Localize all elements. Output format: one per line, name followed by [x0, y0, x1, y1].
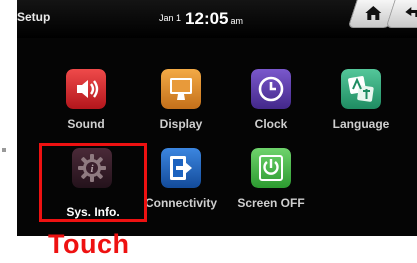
ampm-text: am	[230, 16, 244, 26]
app-label: Display	[159, 117, 203, 131]
app-label: Language	[332, 117, 390, 131]
app-clock[interactable]: Clock	[223, 69, 319, 139]
touch-annotation: Touch	[48, 229, 130, 259]
status-clock: Jan 1 12:05 am	[159, 9, 243, 29]
date-text: Jan 1	[159, 13, 182, 23]
exit-arrow-icon	[161, 148, 201, 188]
language-icon	[341, 69, 381, 109]
app-screen-off[interactable]: Screen OFF	[223, 148, 319, 218]
app-label: Sound	[67, 117, 105, 131]
touch-highlight-box: Sys. Info.	[39, 143, 147, 222]
app-label: Connectivity	[144, 196, 217, 210]
top-bar: Setup Jan 1 12:05 am	[17, 0, 417, 38]
app-display[interactable]: Display	[133, 69, 229, 139]
app-connectivity[interactable]: Connectivity	[133, 148, 229, 218]
app-label: Screen OFF	[237, 196, 305, 210]
setup-screen: Setup Jan 1 12:05 am Sound Display Clock…	[17, 0, 417, 236]
power-icon	[251, 148, 291, 188]
screen-title: Setup	[17, 10, 51, 24]
app-label: Sys. Info.	[66, 205, 120, 219]
home-icon	[365, 6, 382, 20]
speaker-icon	[66, 69, 106, 109]
left-marker	[2, 148, 6, 152]
clock-icon	[251, 69, 291, 109]
back-arrow-icon	[405, 7, 417, 17]
app-label: Clock	[254, 117, 288, 131]
app-language[interactable]: Language	[313, 69, 409, 139]
app-sound[interactable]: Sound	[38, 69, 134, 139]
monitor-icon	[161, 69, 201, 109]
time-text: 12:05	[185, 9, 229, 28]
